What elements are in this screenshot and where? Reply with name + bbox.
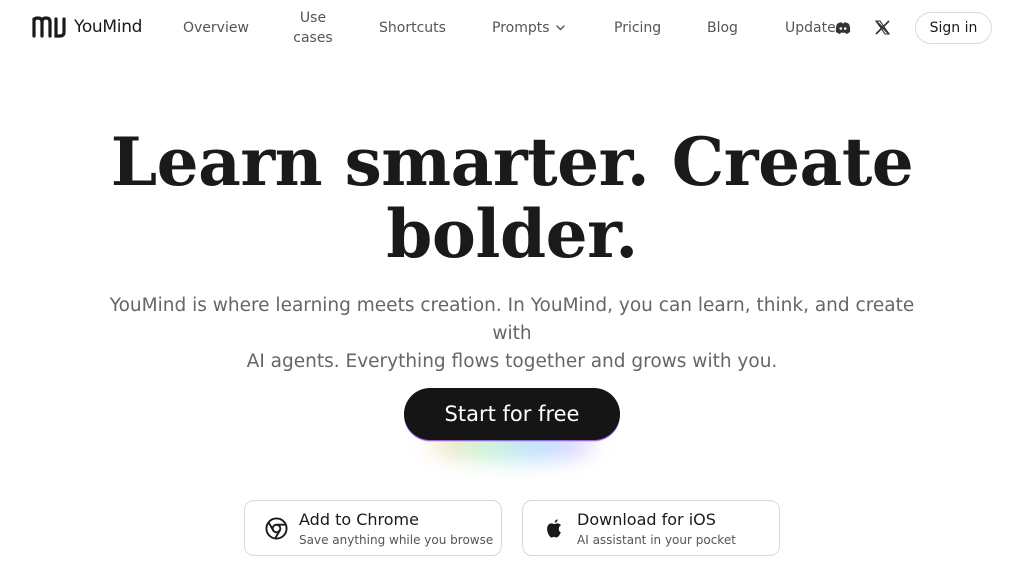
nav-use-cases[interactable]: Use cases	[283, 8, 343, 48]
chrome-card-title: Add to Chrome	[299, 510, 419, 529]
chrome-icon	[265, 517, 288, 540]
youmind-logo-icon	[32, 16, 66, 38]
nav-prompts-label: Prompts	[492, 20, 550, 36]
chevron-down-icon	[555, 25, 565, 31]
top-navigation: YouMind Overview Use cases Shortcuts Pro…	[0, 0, 1024, 56]
hero-headline-line2: bolder.	[386, 195, 638, 273]
brand-logo-link[interactable]: YouMind	[31, 16, 142, 38]
nav-use-cases-line1: Use	[299, 10, 327, 26]
start-for-free-button[interactable]: Start for free	[404, 388, 620, 440]
apple-icon	[547, 519, 562, 538]
hero-subtitle-line1: YouMind is where learning meets creation…	[109, 295, 915, 344]
x-logo-icon[interactable]	[874, 20, 891, 35]
sign-in-button[interactable]: Sign in	[915, 12, 992, 44]
chrome-card-subtitle: Save anything while you browse	[299, 533, 494, 547]
download-for-ios-button[interactable]: Download for iOS AI assistant in your po…	[522, 500, 780, 556]
brand-name: YouMind	[74, 17, 143, 37]
hero-headline: Learn smarter. Create bolder.	[0, 126, 1024, 270]
nav-prompts-dropdown[interactable]: Prompts	[492, 18, 565, 38]
discord-icon[interactable]	[834, 19, 852, 37]
hero-subtitle: YouMind is where learning meets creation…	[92, 292, 932, 376]
nav-blog[interactable]: Blog	[707, 18, 738, 38]
ios-card-subtitle: AI assistant in your pocket	[577, 533, 736, 547]
ios-card-title: Download for iOS	[577, 510, 716, 529]
nav-overview[interactable]: Overview	[183, 18, 249, 38]
nav-use-cases-line2: cases	[293, 30, 333, 46]
nav-pricing[interactable]: Pricing	[614, 18, 661, 38]
hero-headline-line1: Learn smarter. Create	[110, 123, 914, 201]
add-to-chrome-button[interactable]: Add to Chrome Save anything while you br…	[244, 500, 502, 556]
hero-subtitle-line2: AI agents. Everything flows together and…	[246, 351, 778, 372]
nav-shortcuts[interactable]: Shortcuts	[379, 18, 446, 38]
